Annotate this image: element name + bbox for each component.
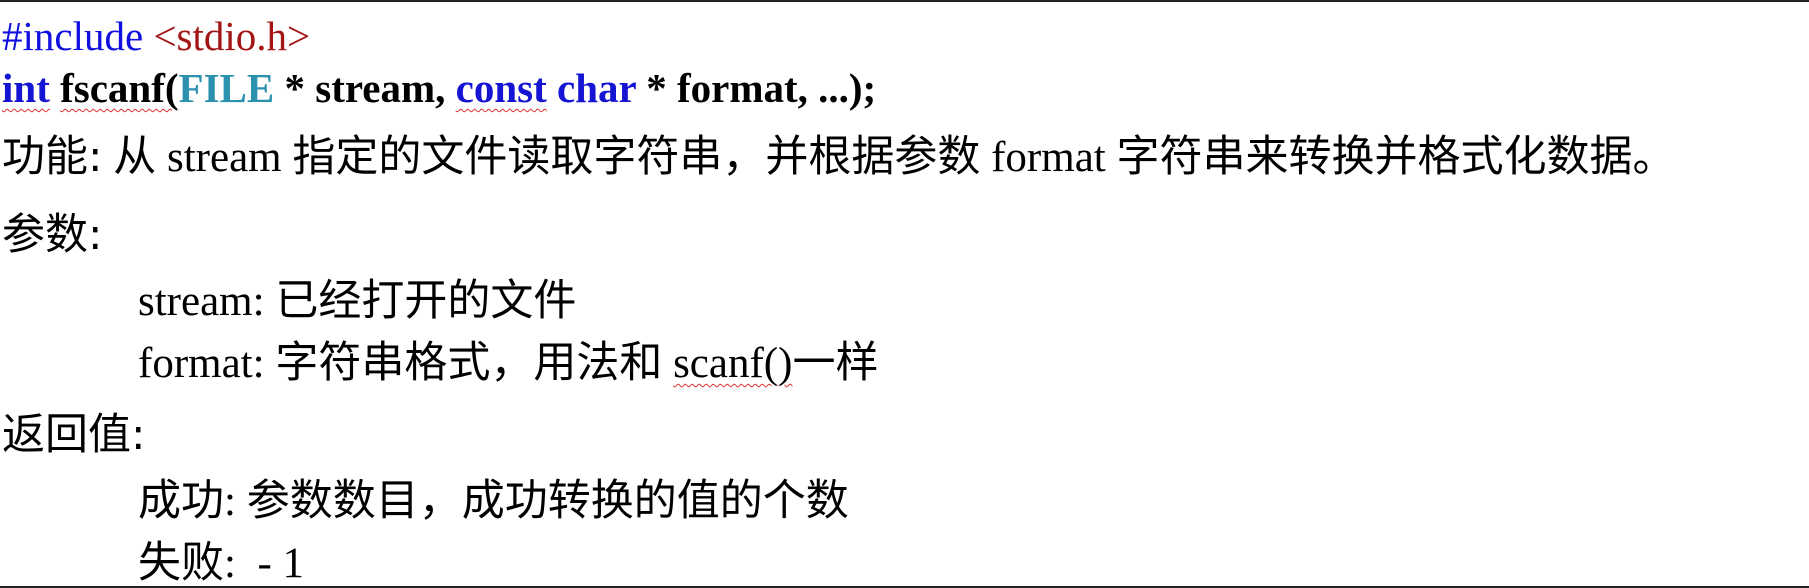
description-line: 功能: 从 stream 指定的文件读取字符串，并根据参数 format 字符串… — [2, 134, 1676, 181]
param-stream: stream: 已经打开的文件 — [138, 280, 576, 323]
function-signature: int fscanf(FILE * stream, const char * f… — [2, 68, 876, 109]
return-success-label: 成功: — [138, 478, 236, 525]
param-format-desc: 字符串格式，用法和 — [264, 340, 674, 387]
include-directive: #include — [2, 13, 144, 59]
return-type: int — [2, 65, 50, 111]
param-stream-desc: 已经打开的文件 — [264, 278, 577, 325]
return-value-heading: 返回值: — [2, 410, 146, 460]
param1-type: FILE — [178, 65, 275, 111]
return-success: 成功: 参数数目，成功转换的值的个数 — [138, 480, 849, 523]
function-name: fscanf( — [60, 65, 179, 111]
return-failure-desc: - 1 — [235, 540, 305, 587]
description-text: 从 stream 指定的文件读取字符串，并根据参数 format 字符串来转换并… — [102, 134, 1676, 181]
param-format-suffix: 一样 — [792, 340, 879, 387]
function-doc-panel: #include <stdio.h> int fscanf(FILE * str… — [0, 0, 1809, 588]
param-stream-name: stream: — [138, 278, 265, 325]
const-keyword: const — [455, 65, 547, 111]
return-failure: 失败: - 1 — [138, 542, 304, 585]
scanf-reference: scanf() — [673, 340, 793, 387]
include-header: <stdio.h> — [143, 13, 311, 59]
include-line: #include <stdio.h> — [2, 16, 310, 57]
description-label: 功能: — [2, 132, 103, 182]
param1-rest: * stream, — [274, 65, 456, 111]
param-format-name: format: — [138, 340, 265, 387]
params-heading: 参数: — [2, 210, 103, 260]
char-keyword: char — [546, 65, 636, 111]
return-failure-label: 失败: — [138, 540, 236, 587]
param-format: format: 字符串格式，用法和 scanf()一样 — [138, 342, 878, 385]
param2-rest: * format, ...); — [635, 65, 877, 111]
return-success-desc: 参数数目，成功转换的值的个数 — [235, 478, 849, 525]
